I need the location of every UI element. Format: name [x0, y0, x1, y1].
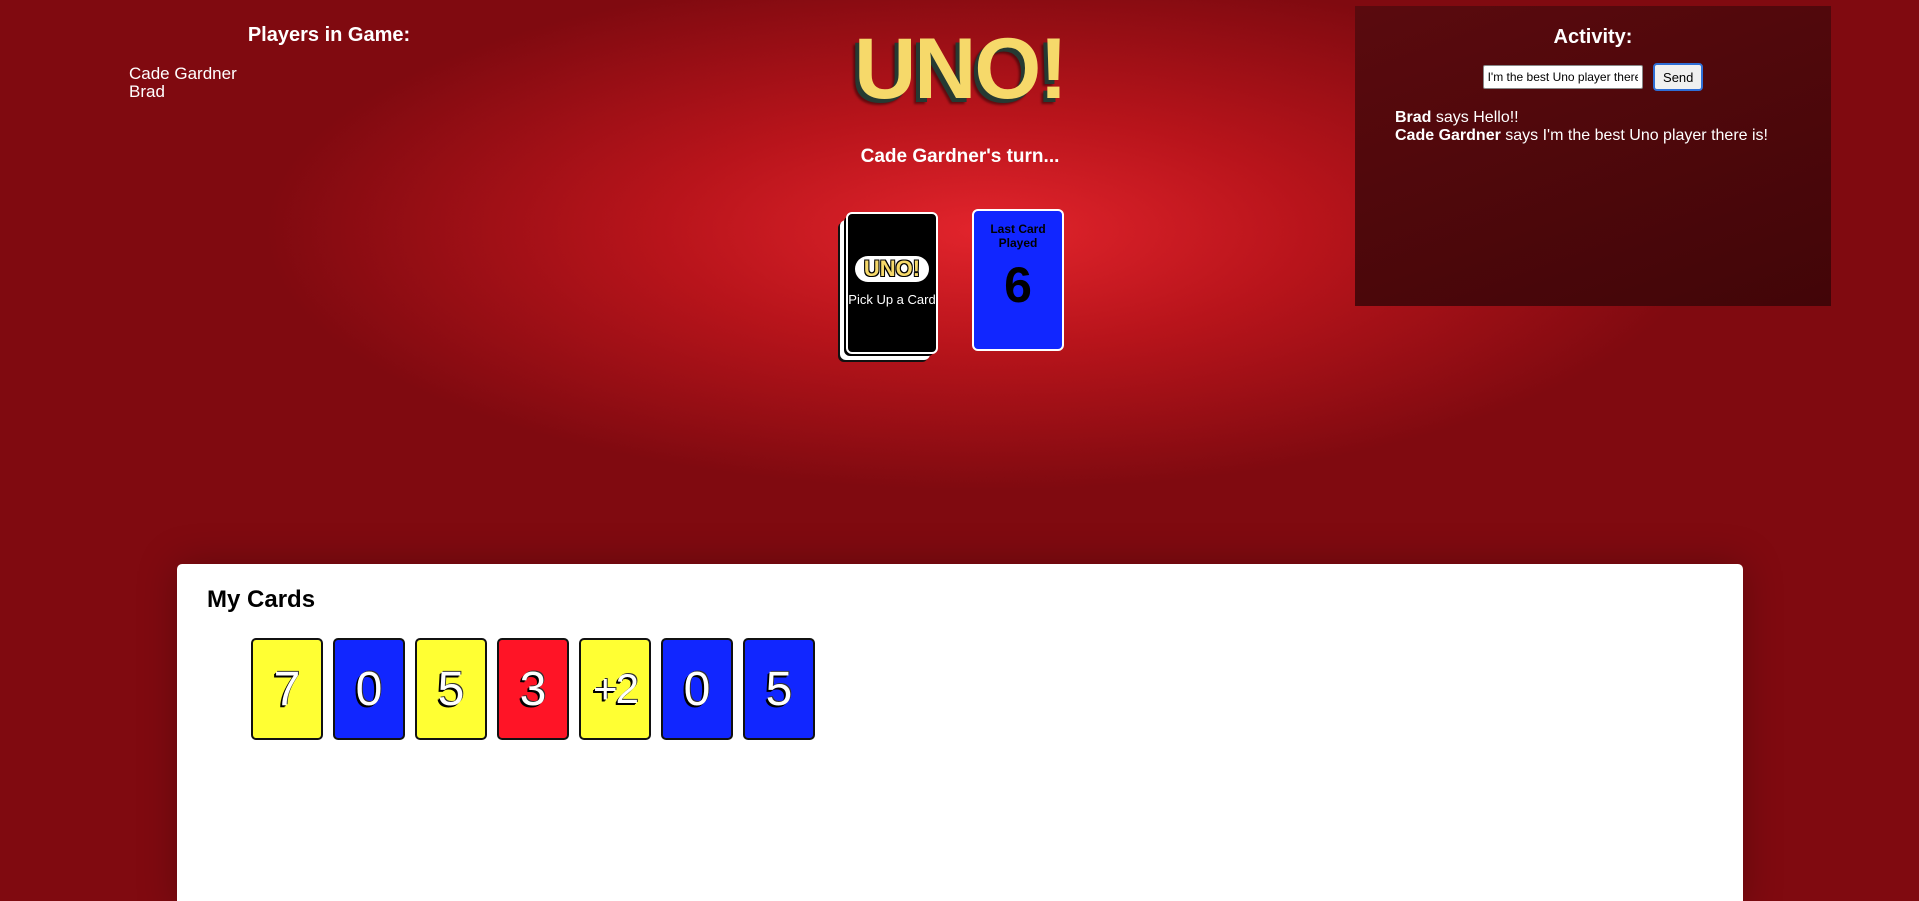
uno-logo: UNO! [854, 21, 1068, 117]
activity-panel: Activity: Send Brad says Hello!! Cade Ga… [1355, 6, 1831, 306]
last-card-label: Last Card Played [990, 222, 1046, 250]
deck-uno-logo: UNO! [855, 256, 929, 282]
chat-messages: Brad says Hello!! Cade Gardner says I'm … [1395, 109, 1831, 145]
message-author: Brad [1395, 109, 1432, 126]
hand-card[interactable]: 0 [661, 638, 733, 740]
players-panel: Players in Game: Cade Gardner Brad [129, 24, 529, 101]
hand-card[interactable]: 3 [497, 638, 569, 740]
hand-card[interactable]: +2 [579, 638, 651, 740]
my-cards-title: My Cards [207, 586, 316, 613]
activity-title: Activity: [1553, 26, 1633, 48]
players-list: Cade Gardner Brad [129, 65, 529, 101]
chat-form: Send [1355, 63, 1831, 95]
pick-up-card-label: Pick Up a Card [848, 292, 936, 307]
hand-card[interactable]: 0 [333, 638, 405, 740]
chat-input[interactable] [1482, 65, 1643, 89]
hand-card[interactable]: 5 [743, 638, 815, 740]
send-button[interactable]: Send [1653, 63, 1704, 91]
chat-message: Cade Gardner says I'm the best Uno playe… [1395, 127, 1831, 145]
draw-pile-button[interactable]: UNO! Pick Up a Card [844, 212, 938, 356]
chat-message: Brad says Hello!! [1395, 109, 1831, 127]
last-card-value: 6 [1004, 257, 1032, 313]
my-cards-panel: My Cards 7 0 5 3 +2 0 5 [177, 564, 1743, 901]
message-text: says I'm the best Uno player there is! [1505, 127, 1768, 144]
players-title: Players in Game: [247, 24, 411, 46]
hand-card[interactable]: 7 [251, 638, 323, 740]
turn-indicator: Cade Gardner's turn... [860, 146, 1060, 167]
card-hand: 7 0 5 3 +2 0 5 [251, 638, 815, 740]
last-card-played: Last Card Played 6 [972, 209, 1064, 351]
message-text: says Hello!! [1435, 109, 1519, 126]
deck-face: UNO! Pick Up a Card [846, 212, 938, 354]
player-name: Brad [129, 82, 165, 101]
message-author: Cade Gardner [1395, 127, 1501, 144]
player-name: Cade Gardner [129, 64, 237, 83]
hand-card[interactable]: 5 [415, 638, 487, 740]
